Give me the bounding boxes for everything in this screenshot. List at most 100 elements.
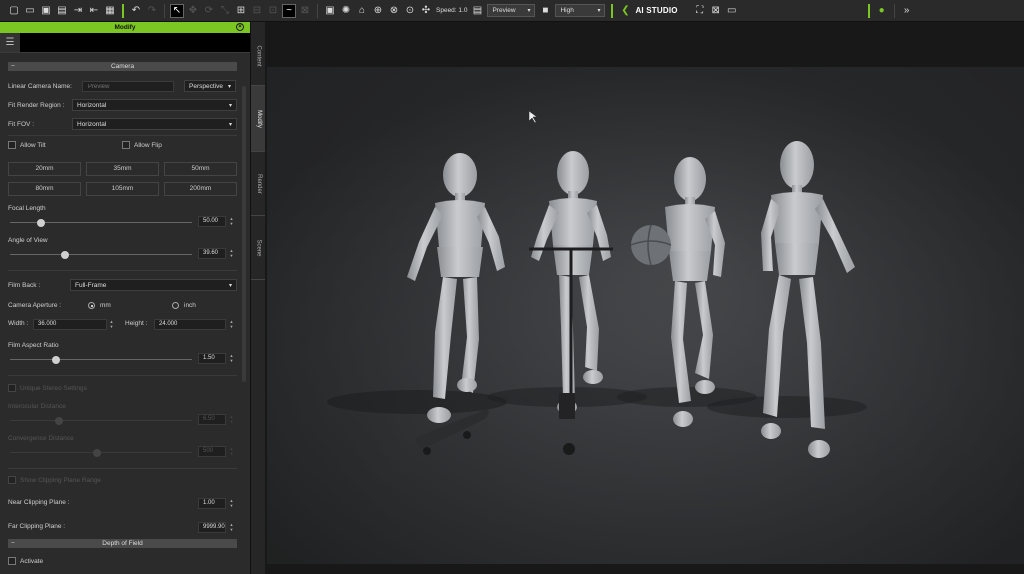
chevron-down-icon: ▾ — [227, 83, 231, 90]
align-icon[interactable]: ⊟ — [251, 5, 263, 17]
frame-all-icon[interactable]: ⊗ — [388, 5, 400, 17]
home-view-icon[interactable]: ⌂ — [356, 5, 368, 17]
import-icon[interactable]: ⇥ — [72, 5, 84, 17]
allow-tilt-checkbox[interactable] — [8, 141, 16, 149]
rotate-icon[interactable]: ⟳ — [203, 5, 215, 17]
lens-preset-button[interactable]: 80mm — [8, 182, 81, 196]
preview-mode-dropdown[interactable]: Preview ▾ — [487, 4, 536, 17]
open-folder-icon[interactable]: ▭ — [24, 5, 36, 17]
speed-label[interactable]: Speed: 1.0 — [436, 7, 467, 14]
lens-preset-button[interactable]: 35mm — [86, 162, 159, 176]
slider-knob[interactable] — [36, 218, 45, 227]
undo-icon[interactable]: ↶ — [130, 5, 142, 17]
tab-content[interactable]: Content — [251, 26, 266, 86]
allow-flip-checkbox[interactable] — [122, 141, 130, 149]
width-value[interactable]: 36.000 — [33, 319, 107, 330]
camera-section-header[interactable]: − Camera — [8, 62, 237, 71]
save-as-icon[interactable]: ▤ — [56, 5, 68, 17]
activate-checkbox[interactable] — [8, 557, 16, 565]
sliders-icon[interactable]: ☰ — [0, 33, 20, 52]
tab-scene[interactable]: Scene — [251, 216, 266, 280]
film-aspect-ratio-slider[interactable] — [10, 355, 192, 364]
fullscreen-icon[interactable]: ⛶ — [694, 5, 706, 17]
move-icon[interactable]: ✥ — [187, 5, 199, 17]
angle-of-view-slider[interactable] — [10, 250, 192, 259]
toolbar-divider — [122, 3, 124, 18]
spin-arrows-icon[interactable]: ▲ ▼ — [228, 498, 235, 509]
modify-panel: Modify × ☰ − Camera Linear Camera Name: … — [0, 22, 250, 574]
viewport[interactable] — [265, 22, 1024, 574]
status-dot-icon[interactable]: ● — [876, 5, 888, 17]
scale-icon[interactable]: ⤡ — [219, 5, 231, 17]
far-clipping-plane-label: Far Clipping Plane : — [8, 523, 66, 530]
depth-of-field-section-header[interactable]: − Depth of Field — [8, 539, 237, 548]
quality-dropdown[interactable]: High ▾ — [555, 4, 606, 17]
render-icon[interactable]: ▦ — [104, 5, 116, 17]
spin-arrows-icon[interactable]: ▲ ▼ — [108, 319, 115, 330]
near-clipping-plane-value[interactable]: 1.00 — [198, 498, 226, 509]
pan-icon[interactable]: ✣ — [420, 5, 432, 17]
fit-fov-dropdown[interactable]: Horizontal ▾ — [72, 118, 237, 130]
allow-flip-row[interactable]: Allow Flip — [122, 141, 162, 149]
spin-arrows-icon[interactable]: ▲ ▼ — [228, 248, 235, 259]
panel-scrollbar[interactable] — [242, 86, 246, 382]
object-preview — [20, 33, 250, 52]
spin-arrows-icon[interactable]: ▲ ▼ — [228, 353, 235, 364]
lens-preset-button[interactable]: 105mm — [86, 182, 159, 196]
tab-render[interactable]: Render — [251, 152, 266, 216]
allow-tilt-row[interactable]: Allow Tilt — [8, 141, 46, 149]
camera-section-label: Camera — [110, 63, 135, 70]
convergence-distance-label: Convergence Distance — [8, 435, 74, 442]
ai-studio-button[interactable]: AI STUDIO — [635, 6, 677, 15]
lens-preset-button[interactable]: 20mm — [8, 162, 81, 176]
place-icon[interactable]: ⊡ — [267, 5, 279, 17]
tab-content-label: Content — [255, 44, 262, 67]
lens-preset-button[interactable]: 200mm — [164, 182, 237, 196]
chevron-down-icon: ▾ — [228, 121, 232, 128]
fit-render-region-dropdown[interactable]: Horizontal ▾ — [72, 99, 237, 111]
aperture-inch-radio[interactable] — [172, 302, 179, 309]
key-icon[interactable]: ⊠ — [299, 5, 311, 17]
close-icon[interactable]: × — [236, 23, 244, 31]
expand-more-icon[interactable]: » — [901, 5, 913, 17]
spin-arrows-icon[interactable]: ▲ ▼ — [228, 216, 235, 227]
camera-view-icon[interactable]: ▣ — [324, 5, 336, 17]
shrink-icon[interactable]: ⊠ — [710, 5, 722, 17]
gizmo-icon[interactable]: ⊙ — [404, 5, 416, 17]
activate-row[interactable]: Activate — [8, 557, 43, 565]
display-mode-icon[interactable]: ▤ — [471, 5, 483, 17]
film-back-dropdown[interactable]: Full-Frame ▾ — [70, 279, 237, 291]
toolbar-divider — [867, 3, 870, 18]
slider-knob[interactable] — [51, 355, 60, 364]
focal-length-slider[interactable] — [10, 218, 192, 227]
snap-icon[interactable]: ⊞ — [235, 5, 247, 17]
light-icon[interactable]: ✺ — [340, 5, 352, 17]
spin-arrows-icon[interactable]: ▲ ▼ — [228, 319, 235, 330]
focal-length-value[interactable]: 50.00 — [198, 216, 226, 227]
video-camera-icon[interactable]: ■ — [539, 5, 551, 17]
spin-arrows-icon[interactable]: ▲ ▼ — [228, 522, 235, 533]
tab-modify[interactable]: Modify — [251, 86, 266, 152]
height-value[interactable]: 24.000 — [154, 319, 226, 330]
far-clipping-plane-value[interactable]: 9999.90 — [198, 522, 226, 533]
film-aspect-ratio-value[interactable]: 1.50 — [198, 353, 226, 364]
save-icon[interactable]: ▣ — [40, 5, 52, 17]
slider-knob[interactable] — [60, 250, 69, 259]
projection-dropdown[interactable]: Perspective ▾ — [184, 80, 236, 92]
new-file-icon[interactable]: ▢ — [8, 5, 20, 17]
linear-camera-name-input[interactable] — [82, 81, 174, 92]
viewport-canvas[interactable] — [267, 67, 1024, 564]
timeline-icon[interactable]: ~ — [282, 3, 296, 18]
export-icon[interactable]: ⇤ — [88, 5, 100, 17]
linear-camera-name-label: Linear Camera Name: — [8, 83, 72, 90]
allow-tilt-label: Allow Tilt — [20, 141, 46, 149]
fit-render-region-label: Fit Render Region : — [8, 101, 65, 109]
layout-icon[interactable]: ▭ — [726, 5, 738, 17]
redo-icon[interactable]: ↷ — [146, 5, 158, 17]
lens-preset-button[interactable]: 50mm — [164, 162, 237, 176]
aperture-mm-radio[interactable] — [88, 302, 95, 309]
frame-selected-icon[interactable]: ⊕ — [372, 5, 384, 17]
select-arrow-icon[interactable]: ↖ — [170, 3, 184, 18]
angle-of-view-value[interactable]: 39.60 — [198, 248, 226, 259]
activate-label: Activate — [20, 557, 44, 565]
